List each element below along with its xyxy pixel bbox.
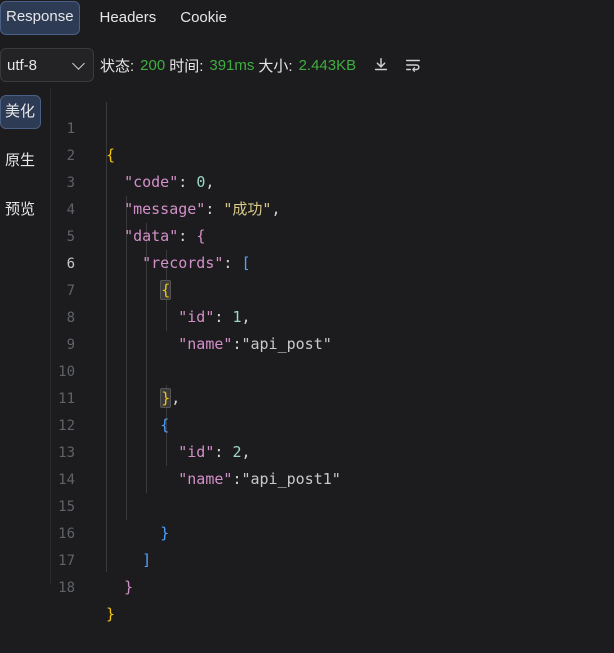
json-key: "id" bbox=[178, 443, 215, 461]
line-number: 18 bbox=[58, 580, 75, 596]
json-key: "name" bbox=[178, 470, 233, 488]
response-tabs: Response Headers Cookie bbox=[0, 0, 614, 36]
token: { bbox=[106, 146, 116, 164]
code-line: 9 bbox=[51, 306, 87, 353]
size-label: 大小: bbox=[258, 57, 293, 75]
status-code-value: 200 bbox=[140, 56, 166, 74]
status-bar: utf-8 状态: 200 时间: 391ms 大小: 2.443KB bbox=[0, 47, 614, 83]
code-line: 11 { bbox=[51, 360, 169, 434]
view-beautify-button[interactable]: 美化 bbox=[0, 95, 41, 129]
response-body-editor[interactable]: 1 { 2 "code": 0, 3 "message": "成功", 4 "d… bbox=[50, 88, 614, 623]
code-line: 14 bbox=[51, 441, 87, 488]
code-line: 7 "id": 1, bbox=[51, 252, 251, 326]
code-line: 2 "code": 0, bbox=[51, 117, 215, 191]
code-line: 4 "data": { bbox=[51, 171, 206, 245]
json-string: "api_post" bbox=[241, 335, 332, 353]
wrap-text-icon[interactable] bbox=[402, 54, 424, 76]
json-key: "records" bbox=[142, 254, 224, 272]
json-key: "message" bbox=[124, 200, 206, 218]
json-key: "name" bbox=[178, 335, 233, 353]
code-line: 8 "name":"api_post" bbox=[51, 279, 332, 353]
code-line: 17 } bbox=[51, 522, 133, 596]
view-mode-panel: 美化 原生 预览 bbox=[0, 88, 50, 584]
chevron-down-icon bbox=[72, 56, 85, 70]
code-line: 16 ] bbox=[51, 495, 151, 569]
tab-cookie[interactable]: Cookie bbox=[174, 2, 233, 34]
encoding-select[interactable]: utf-8 bbox=[0, 48, 94, 82]
code-line: 13 "name":"api_post1" bbox=[51, 414, 341, 488]
json-key: "data" bbox=[124, 227, 179, 245]
tab-response[interactable]: Response bbox=[0, 1, 80, 35]
json-string: "成功" bbox=[223, 200, 272, 218]
size-value: 2.443KB bbox=[298, 56, 357, 74]
code-line: 18 } bbox=[51, 549, 115, 623]
view-raw-button[interactable]: 原生 bbox=[0, 144, 41, 178]
code-line: 10 }, bbox=[51, 333, 180, 408]
tab-headers[interactable]: Headers bbox=[94, 2, 163, 34]
time-value: 391ms bbox=[209, 56, 255, 74]
status-label: 状态: bbox=[100, 57, 135, 75]
code-line: 12 "id": 2, bbox=[51, 387, 250, 461]
time-label: 时间: bbox=[169, 57, 204, 75]
encoding-value: utf-8 bbox=[7, 56, 38, 74]
view-preview-button[interactable]: 预览 bbox=[0, 193, 41, 227]
json-key: "id" bbox=[178, 308, 215, 326]
code-line: 15 } bbox=[51, 468, 169, 542]
json-number: 0 bbox=[196, 173, 206, 191]
code-line: 1 { bbox=[51, 90, 115, 164]
code-line: 3 "message": "成功", bbox=[51, 144, 281, 218]
code-line-current: 6 { bbox=[51, 225, 172, 300]
json-key: "code" bbox=[124, 173, 179, 191]
download-icon[interactable] bbox=[370, 54, 392, 76]
json-string: "api_post1" bbox=[241, 470, 341, 488]
code-line: 5 "records": [ bbox=[51, 198, 251, 272]
